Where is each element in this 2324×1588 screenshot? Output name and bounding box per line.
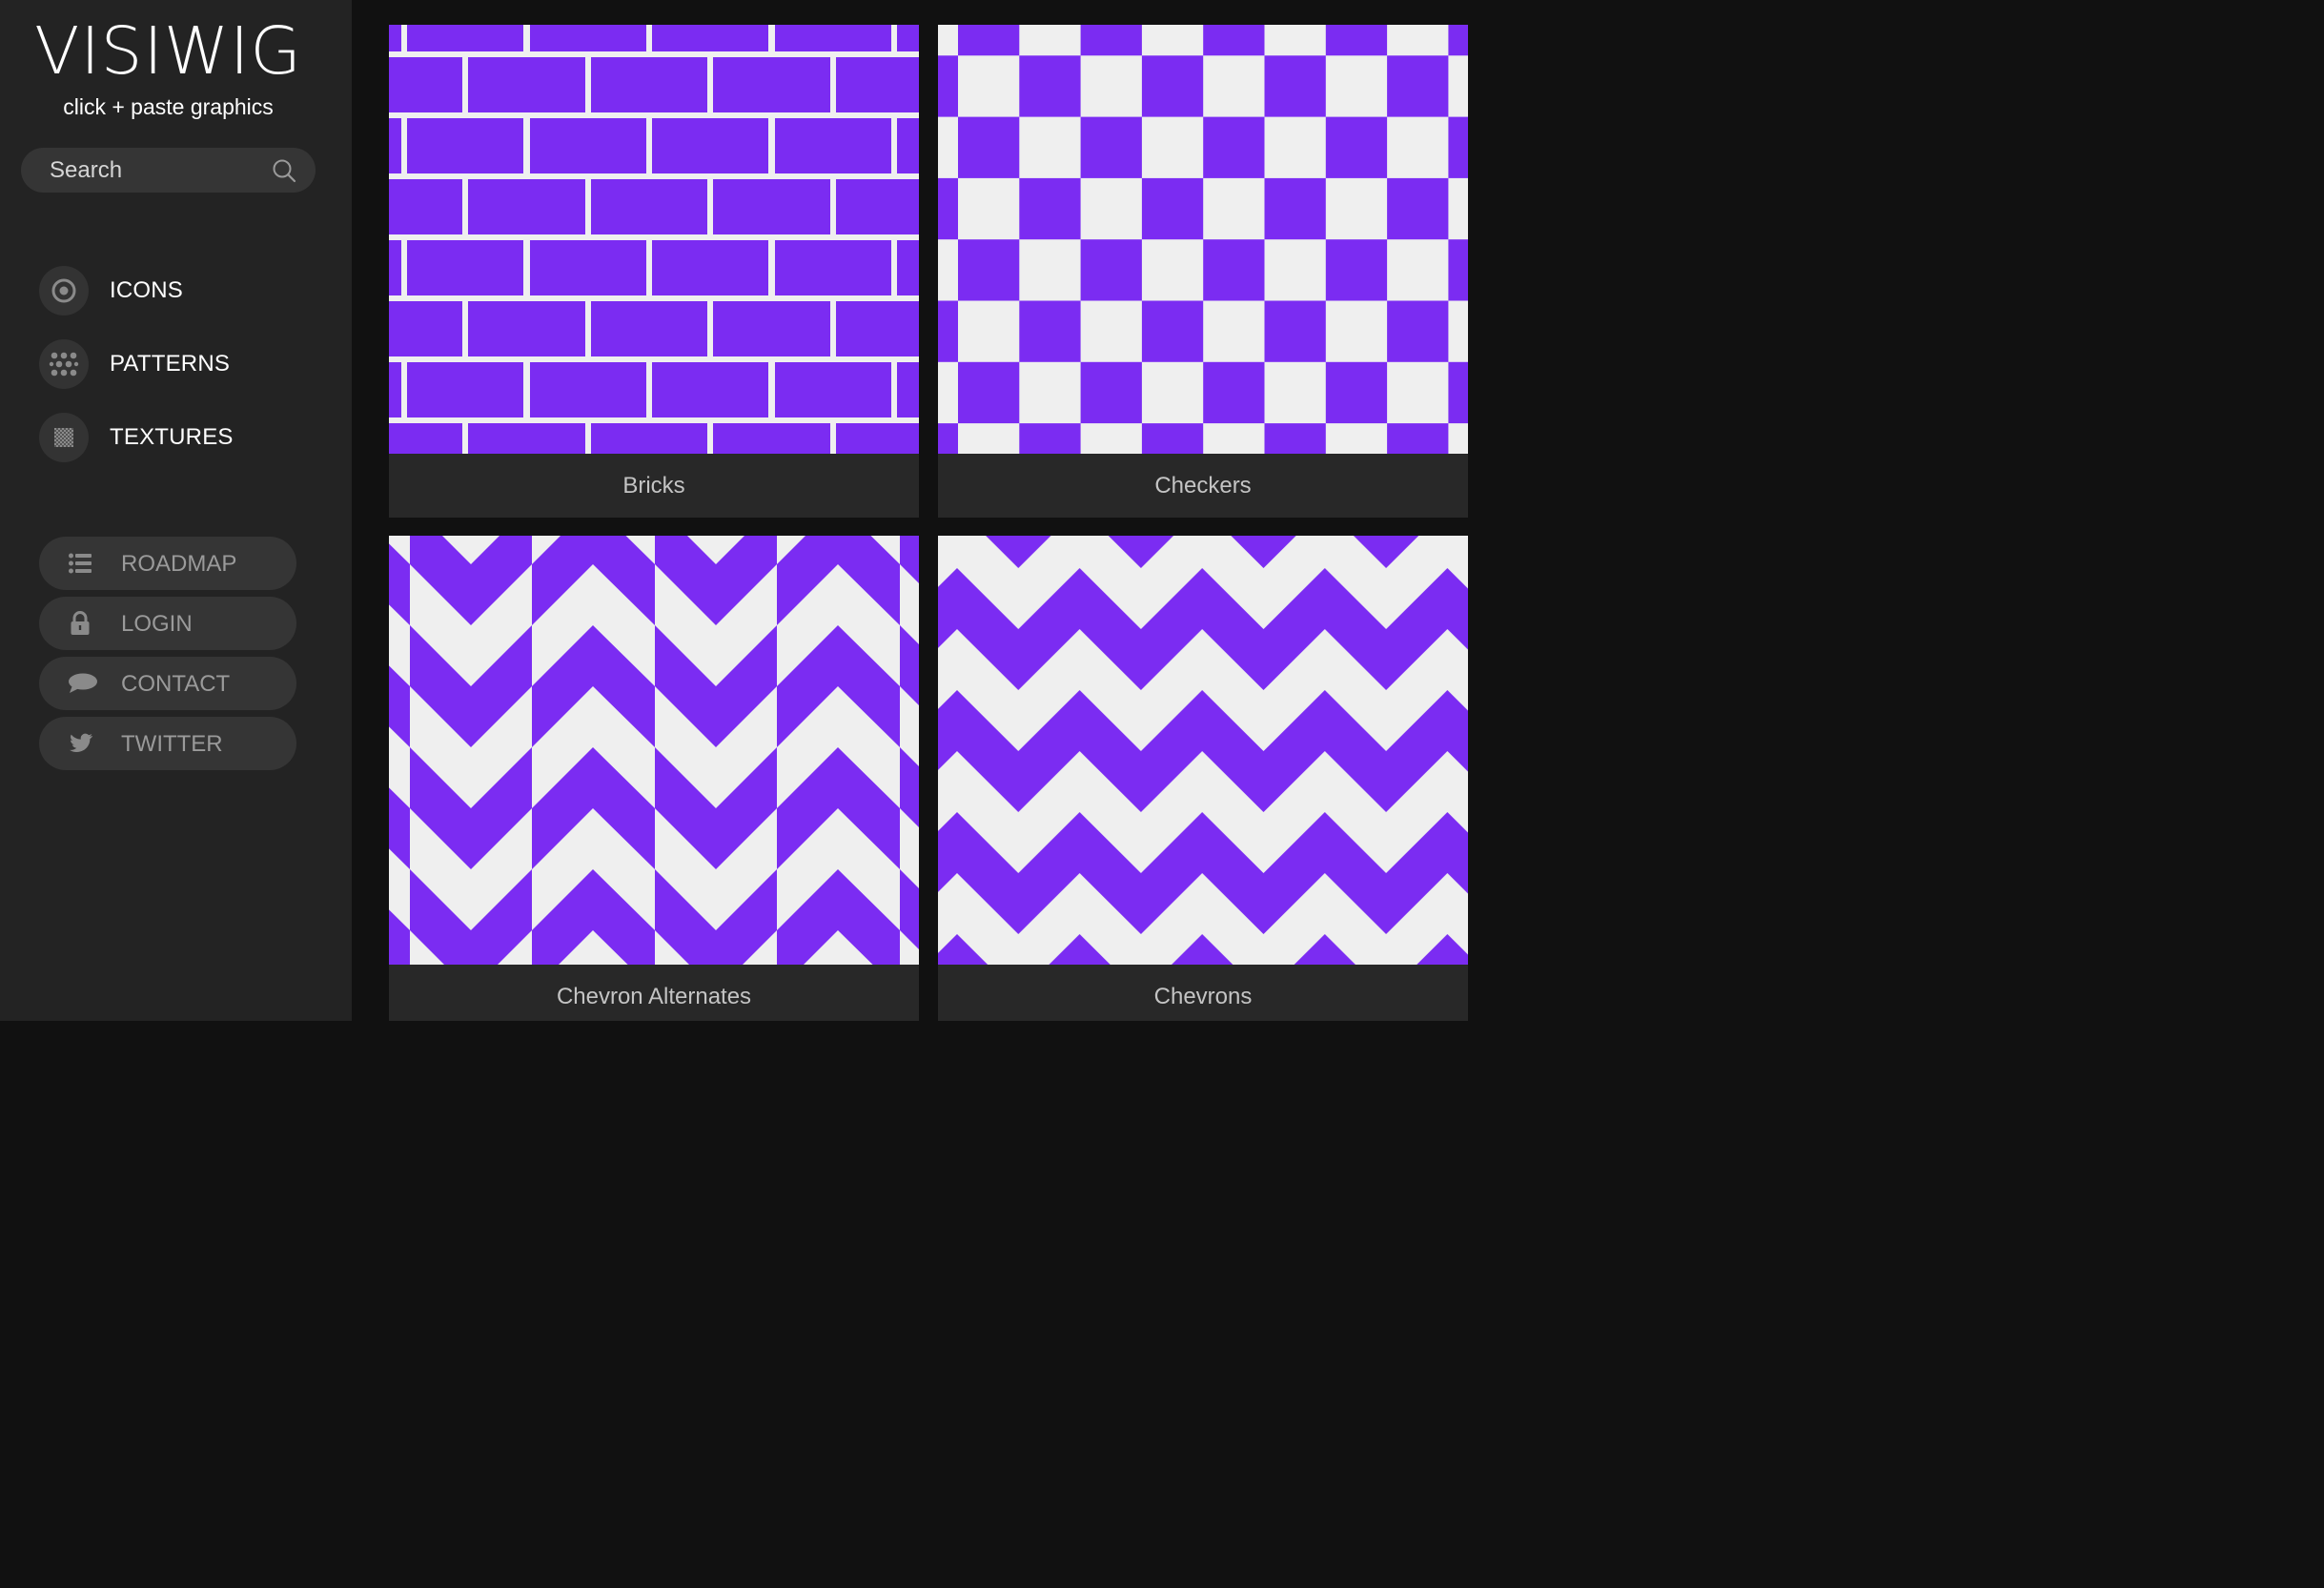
pattern-card-checkers[interactable]: Checkers (938, 25, 1468, 518)
roadmap-label: ROADMAP (121, 551, 237, 577)
search-input[interactable] (50, 148, 259, 193)
login-button[interactable]: LOGIN (39, 597, 296, 650)
list-icon (69, 553, 92, 574)
pattern-card-title: Checkers (1154, 473, 1252, 499)
twitter-bird-icon (70, 733, 92, 753)
twitter-button[interactable]: TWITTER (39, 717, 296, 770)
search-box[interactable] (21, 148, 316, 193)
nav-item-icons[interactable]: ICONS (39, 266, 325, 316)
sidebar: VISIWIG click + paste graphics ICONS P (0, 0, 352, 1021)
pattern-card-chevrons[interactable]: Chevrons (938, 536, 1468, 1021)
pattern-card-title: Chevrons (1153, 984, 1253, 1009)
checkers-pattern-preview (938, 25, 1468, 454)
nav-item-patterns[interactable]: PATTERNS (39, 339, 325, 389)
chevrons-pattern-preview (938, 536, 1468, 965)
site-logo[interactable]: VISIWIG (0, 15, 336, 88)
lock-icon (71, 611, 90, 635)
pattern-card-title: Bricks (622, 473, 685, 499)
search-icon[interactable] (272, 158, 296, 183)
texture-icon (39, 413, 89, 462)
pattern-card-bricks[interactable]: Bricks (389, 25, 919, 518)
pattern-card-chevron-alternates[interactable]: Chevron Alternates (389, 536, 919, 1021)
bricks-pattern-preview (389, 25, 919, 454)
contact-label: CONTACT (121, 671, 231, 697)
dots-grid-icon (39, 339, 89, 389)
roadmap-button[interactable]: ROADMAP (39, 537, 296, 590)
contact-button[interactable]: CONTACT (39, 657, 296, 710)
twitter-label: TWITTER (121, 731, 223, 757)
speech-bubble-icon (69, 673, 97, 693)
chevron-alternates-pattern-preview (389, 536, 919, 965)
login-label: LOGIN (121, 611, 193, 637)
pattern-card-title: Chevron Alternates (556, 984, 752, 1009)
site-tagline: click + paste graphics (63, 94, 274, 119)
nav-item-label: TEXTURES (110, 424, 234, 450)
nav-item-textures[interactable]: TEXTURES (39, 413, 325, 462)
nav-item-label: ICONS (110, 277, 184, 303)
target-icon (39, 266, 89, 316)
nav-item-label: PATTERNS (110, 351, 231, 377)
